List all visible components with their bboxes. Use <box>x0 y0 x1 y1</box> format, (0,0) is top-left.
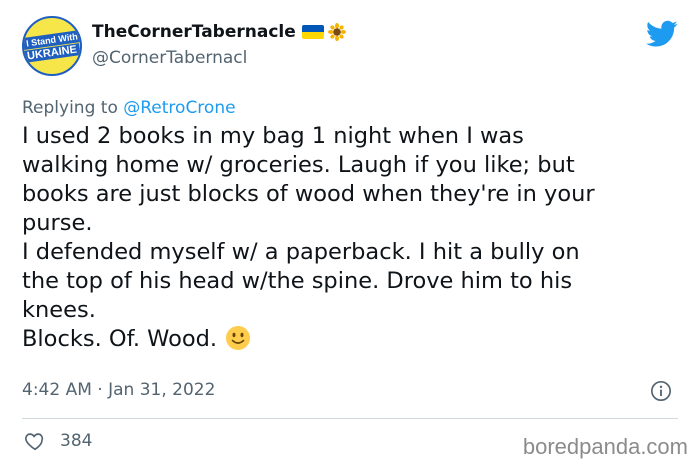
tweet-line: I used 2 books in my bag 1 night when I … <box>22 123 524 149</box>
tweet-line: I defended myself w/ a paperback. I hit … <box>22 239 580 265</box>
avatar[interactable]: I Stand With UKRAINE <box>22 16 82 76</box>
tweet-line: Blocks. Of. Wood. <box>22 326 218 352</box>
info-icon[interactable] <box>650 380 672 402</box>
tweet-line: the top of his head w/the spine. Drove h… <box>22 268 573 294</box>
reply-mention-link[interactable]: @RetroCrone <box>123 98 235 118</box>
tweet-line: books are just blocks of wood when they'… <box>22 181 595 207</box>
twitter-bird-icon[interactable] <box>646 20 678 48</box>
tweet-line-last: Blocks. Of. Wood. <box>22 325 682 354</box>
like-count: 384 <box>60 431 93 451</box>
divider <box>22 418 678 419</box>
tweet-line: knees. <box>22 297 96 323</box>
tweet-text: I used 2 books in my bag 1 night when I … <box>22 122 682 354</box>
author-handle[interactable]: @CornerTabernacl <box>92 48 247 68</box>
tweet-line: walking home w/ groceries. Laugh if you … <box>22 152 575 178</box>
heart-icon[interactable] <box>24 430 46 452</box>
sunflower-icon <box>327 23 346 41</box>
author-name-row: TheCornerTabernacle <box>92 22 346 42</box>
tweet-line: purse. <box>22 210 93 236</box>
tweet-timestamp[interactable]: 4:42 AM · Jan 31, 2022 <box>22 380 215 400</box>
author-display-name[interactable]: TheCornerTabernacle <box>92 22 296 42</box>
replying-to: Replying to @RetroCrone <box>22 98 236 118</box>
slightly-smiling-face-icon <box>226 326 251 350</box>
replying-to-prefix: Replying to <box>22 98 118 118</box>
watermark: boredpanda.com <box>522 434 688 459</box>
ukraine-flag-icon <box>301 25 324 39</box>
like-action[interactable]: 384 <box>24 430 92 452</box>
